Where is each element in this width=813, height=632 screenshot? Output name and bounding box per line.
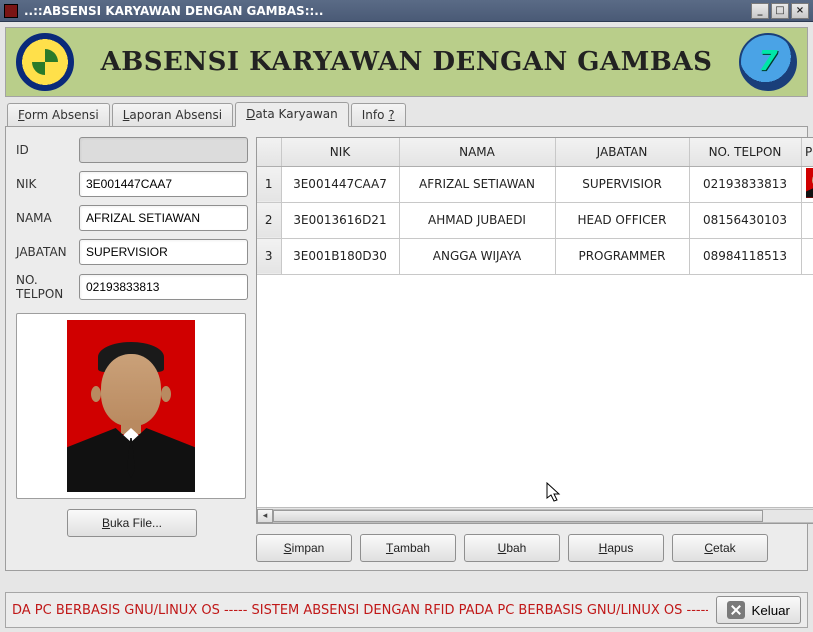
- table-row[interactable]: 13E001447CAA7AFRIZAL SETIAWANSUPERVISIOR…: [257, 166, 813, 202]
- id-field[interactable]: [79, 137, 248, 163]
- cell-jabatan[interactable]: SUPERVISIOR: [555, 166, 689, 202]
- footer-bar: DA PC BERBASIS GNU/LINUX OS ----- SISTEM…: [5, 592, 808, 628]
- column-header-no-telpon[interactable]: NO. TELPON: [689, 138, 801, 166]
- tambah-button[interactable]: Tambah: [360, 534, 456, 562]
- close-icon: [727, 601, 745, 619]
- cell-jabatan[interactable]: PROGRAMMER: [555, 238, 689, 274]
- cell-nama[interactable]: AFRIZAL SETIAWAN: [399, 166, 555, 202]
- cetak-button[interactable]: Cetak: [672, 534, 768, 562]
- marquee-text: DA PC BERBASIS GNU/LINUX OS ----- SISTEM…: [12, 603, 708, 618]
- cell-photo[interactable]: [801, 238, 813, 274]
- maximize-button[interactable]: □: [771, 3, 789, 19]
- tab-data-karyawan[interactable]: Data Karyawan: [235, 102, 349, 127]
- nik-field[interactable]: [79, 171, 248, 197]
- tab-laporan-absensi[interactable]: Laporan Absensi: [112, 103, 233, 127]
- cell-telpon[interactable]: 02193833813: [689, 166, 801, 202]
- university-logo-icon: [16, 33, 74, 91]
- table-row[interactable]: 23E0013616D21AHMAD JUBAEDIHEAD OFFICER08…: [257, 202, 813, 238]
- photo-thumbnail-icon: [806, 168, 813, 198]
- column-header-jabatan[interactable]: JABATAN: [555, 138, 689, 166]
- employee-form: ID NIK NAMA JABATAN: [16, 137, 248, 562]
- close-window-button[interactable]: ×: [791, 3, 809, 19]
- cell-nik[interactable]: 3E001447CAA7: [281, 166, 399, 202]
- jabatan-field[interactable]: [79, 239, 248, 265]
- telpon-field[interactable]: [79, 274, 248, 300]
- app-icon: [4, 4, 18, 18]
- employee-photo: [67, 320, 195, 492]
- minimize-button[interactable]: _: [751, 3, 769, 19]
- label-telpon: NO. TELPON: [16, 273, 73, 301]
- label-id: ID: [16, 143, 73, 157]
- employee-grid[interactable]: NIKNAMAJABATANNO. TELPONPOT 13E001447CAA…: [256, 137, 813, 524]
- scroll-left-icon[interactable]: ◂: [257, 509, 273, 523]
- ubah-button[interactable]: Ubah: [464, 534, 560, 562]
- cell-photo[interactable]: [801, 202, 813, 238]
- label-nama: NAMA: [16, 211, 73, 225]
- open-file-button[interactable]: Buka File...: [67, 509, 197, 537]
- tab-info-[interactable]: Info ?: [351, 103, 406, 127]
- cell-nama[interactable]: AHMAD JUBAEDI: [399, 202, 555, 238]
- simpan-button[interactable]: Simpan: [256, 534, 352, 562]
- hapus-button[interactable]: Hapus: [568, 534, 664, 562]
- department-logo-icon: [739, 33, 797, 91]
- keluar-button[interactable]: Keluar: [716, 596, 801, 624]
- tab-form-absensi[interactable]: Form Absensi: [7, 103, 110, 127]
- grid-corner: [257, 138, 281, 166]
- photo-preview-frame: [16, 313, 246, 499]
- column-header-nama[interactable]: NAMA: [399, 138, 555, 166]
- tabstrip: Form AbsensiLaporan AbsensiData Karyawan…: [5, 101, 808, 126]
- app-header: ABSENSI KARYAWAN DENGAN GAMBAS: [5, 27, 808, 97]
- grid-horizontal-scrollbar[interactable]: ◂ ▸: [257, 507, 813, 523]
- row-header[interactable]: 1: [257, 166, 281, 202]
- label-nik: NIK: [16, 177, 73, 191]
- scroll-track[interactable]: [273, 509, 813, 523]
- row-header[interactable]: 2: [257, 202, 281, 238]
- row-header[interactable]: 3: [257, 238, 281, 274]
- label-jabatan: JABATAN: [16, 245, 73, 259]
- app-title: ABSENSI KARYAWAN DENGAN GAMBAS: [88, 47, 725, 77]
- cell-nik[interactable]: 3E001B180D30: [281, 238, 399, 274]
- cell-photo[interactable]: [801, 166, 813, 202]
- nama-field[interactable]: [79, 205, 248, 231]
- window-title: ..::ABSENSI KARYAWAN DENGAN GAMBAS::..: [24, 4, 751, 18]
- keluar-label: Keluar: [751, 603, 790, 618]
- window-titlebar: ..::ABSENSI KARYAWAN DENGAN GAMBAS::.. _…: [0, 0, 813, 22]
- scroll-thumb[interactable]: [273, 510, 763, 522]
- cell-nama[interactable]: ANGGA WIJAYA: [399, 238, 555, 274]
- open-file-label: Buka File...: [102, 516, 162, 530]
- tab-panel-data-karyawan: ID NIK NAMA JABATAN: [5, 126, 808, 571]
- column-header-pot[interactable]: POT: [801, 138, 813, 166]
- table-row[interactable]: 33E001B180D30ANGGA WIJAYAPROGRAMMER08984…: [257, 238, 813, 274]
- cell-telpon[interactable]: 08156430103: [689, 202, 801, 238]
- cell-nik[interactable]: 3E0013616D21: [281, 202, 399, 238]
- cell-jabatan[interactable]: HEAD OFFICER: [555, 202, 689, 238]
- column-header-nik[interactable]: NIK: [281, 138, 399, 166]
- cell-telpon[interactable]: 08984118513: [689, 238, 801, 274]
